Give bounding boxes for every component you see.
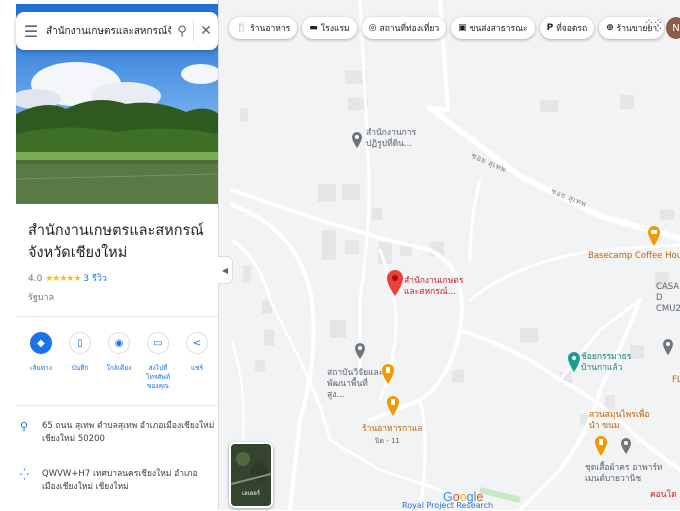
share-icon: < — [186, 332, 208, 354]
stars-icon: ★★★★★ — [45, 274, 81, 284]
layers-button[interactable]: เลเยอร์ — [229, 442, 273, 508]
restaurant-pin-icon[interactable] — [595, 436, 607, 456]
poi-condo[interactable]: คอนโด — [650, 490, 677, 501]
gray-pin-icon[interactable] — [663, 339, 673, 355]
layers-label: เลเยอร์ — [241, 490, 261, 497]
action-buttons: ◆ เส้นทาง ▯ บันทึก ◉ ใกล้เคียง ▭ ส่งไปที… — [24, 332, 214, 391]
search-icon[interactable]: ⚲ — [171, 24, 193, 39]
poi-casa[interactable]: CASA D CMU2 — [656, 282, 680, 315]
poi-highland-institute[interactable]: สถาบันวิจัยและพัฒนาพื้นที่สูง... — [327, 368, 385, 401]
gray-pin-icon[interactable] — [621, 438, 631, 454]
category-chips: 🍴 ร้านอาหาร ▬ โรงแรม ◎ สถานที่ท่องเที่ยว ▣ ข… — [229, 17, 665, 39]
gray-pin-icon[interactable] — [352, 132, 362, 148]
poi-basecamp-coffee[interactable]: Basecamp Coffee House — [588, 251, 680, 262]
location-pin-icon: ⚲ — [20, 420, 29, 433]
nearby-button[interactable]: ◉ ใกล้เคียง — [102, 332, 136, 391]
place-category[interactable]: รัฐบาล — [28, 290, 54, 304]
chip-transit[interactable]: ▣ ขนส่งสาธารณะ — [451, 17, 535, 39]
rating-value: 4.0 — [28, 274, 43, 284]
divider — [16, 316, 218, 317]
save-button[interactable]: ▯ บันทึก — [63, 332, 97, 391]
fork-knife-icon: 🍴 — [236, 23, 248, 33]
bookmark-icon: ▯ — [69, 332, 91, 354]
shopping-pin-icon[interactable] — [568, 352, 580, 372]
search-input[interactable]: สำนักงานเกษตรและสหกรณ์จังหวัดเชียงใหม่ — [46, 24, 171, 39]
poi-selected-place[interactable]: สำนักงานเกษตรและสหกรณ์... — [404, 276, 464, 298]
poi-land-reform-office[interactable]: สำนักงานการปฏิรูปที่ดิน... — [366, 128, 436, 150]
place-title: สำนักงานเกษตรและสหกรณ์จังหวัดเชียงใหม่ — [28, 223, 204, 261]
bed-icon: ▬ — [309, 23, 318, 33]
gray-pin-icon[interactable] — [355, 343, 365, 359]
menu-icon[interactable]: ☰ — [16, 22, 46, 41]
phone-icon: ▭ — [147, 332, 169, 354]
selected-place-pin-icon[interactable] — [387, 270, 403, 296]
address-text: 65 ถนน สุเทพ ตำบลสุเทพ อำเภอเมืองเชียงให… — [42, 421, 215, 444]
camera-icon: ◎ — [368, 23, 377, 33]
google-logo: Google — [443, 490, 484, 504]
pluscode-row[interactable]: ⁛ QWVW+H7 เทศบาลนครเชียงใหม่ อำเภอเมืองเ… — [20, 468, 215, 494]
bus-icon: ▣ — [458, 23, 467, 33]
chevron-left-icon: ◀ — [221, 265, 229, 275]
poi-apartment[interactable]: ชุดเสื้อผ้าคร อาพาร์ทเมนต์บายวานิช — [585, 463, 665, 485]
poi-restaurant[interactable]: ร้านอาหารกาแล — [362, 424, 423, 435]
chip-attractions[interactable]: ◎ สถานที่ท่องเที่ยว — [361, 17, 447, 39]
poi-partial[interactable]: FL — [672, 375, 680, 386]
parking-icon: P — [546, 23, 554, 33]
search-box[interactable]: ☰ สำนักงานเกษตรและสหกรณ์จังหวัดเชียงใหม่… — [16, 12, 218, 50]
collapse-panel-button[interactable]: ◀ — [218, 256, 233, 284]
restaurant-pin-icon[interactable] — [382, 364, 394, 384]
place-panel: ☰ สำนักงานเกษตรและสหกรณ์จังหวัดเชียงใหม่… — [0, 0, 219, 510]
pharmacy-icon: ⊕ — [606, 23, 614, 33]
plus-code-icon: ⁛ — [20, 468, 29, 481]
poi-skywalk[interactable]: ช้อยกรรมาธร บ้านกาแล้ว — [581, 352, 639, 374]
apps-grid-icon[interactable]: ⁘⁘ ⁘⁘ — [644, 17, 663, 35]
reviews-link[interactable]: 3 รีวิว — [83, 274, 107, 284]
close-icon[interactable]: ✕ — [194, 23, 218, 39]
poi-sweets[interactable]: สวนสมุนไพรเพื่อนำ ขนม — [589, 410, 659, 432]
share-button[interactable]: < แชร์ — [180, 332, 214, 391]
directions-icon: ◆ — [30, 332, 52, 354]
address-row[interactable]: ⚲ 65 ถนน สุเทพ ตำบลสุเทพ อำเภอเมืองเชียง… — [20, 420, 215, 446]
restaurant-pin-icon[interactable] — [387, 396, 399, 416]
directions-button[interactable]: ◆ เส้นทาง — [24, 332, 58, 391]
poi-restaurant-hours: ปิด - 11 — [375, 437, 400, 445]
send-to-phone-button[interactable]: ▭ ส่งไปที่โทรศัพท์ของคุณ — [141, 332, 175, 391]
chip-parking[interactable]: P ที่จอดรถ — [539, 17, 595, 39]
rating-row: 4.0 ★★★★★ 3 รีวิว — [28, 271, 107, 285]
chip-hotels[interactable]: ▬ โรงแรม — [302, 17, 357, 39]
cafe-pin-icon[interactable] — [648, 226, 660, 246]
nearby-icon: ◉ — [108, 332, 130, 354]
avatar[interactable]: N — [666, 17, 680, 39]
pluscode-text: QWVW+H7 เทศบาลนครเชียงใหม่ อำเภอเมืองเชี… — [42, 469, 198, 492]
divider — [16, 405, 218, 406]
chip-restaurants[interactable]: 🍴 ร้านอาหาร — [229, 17, 298, 39]
